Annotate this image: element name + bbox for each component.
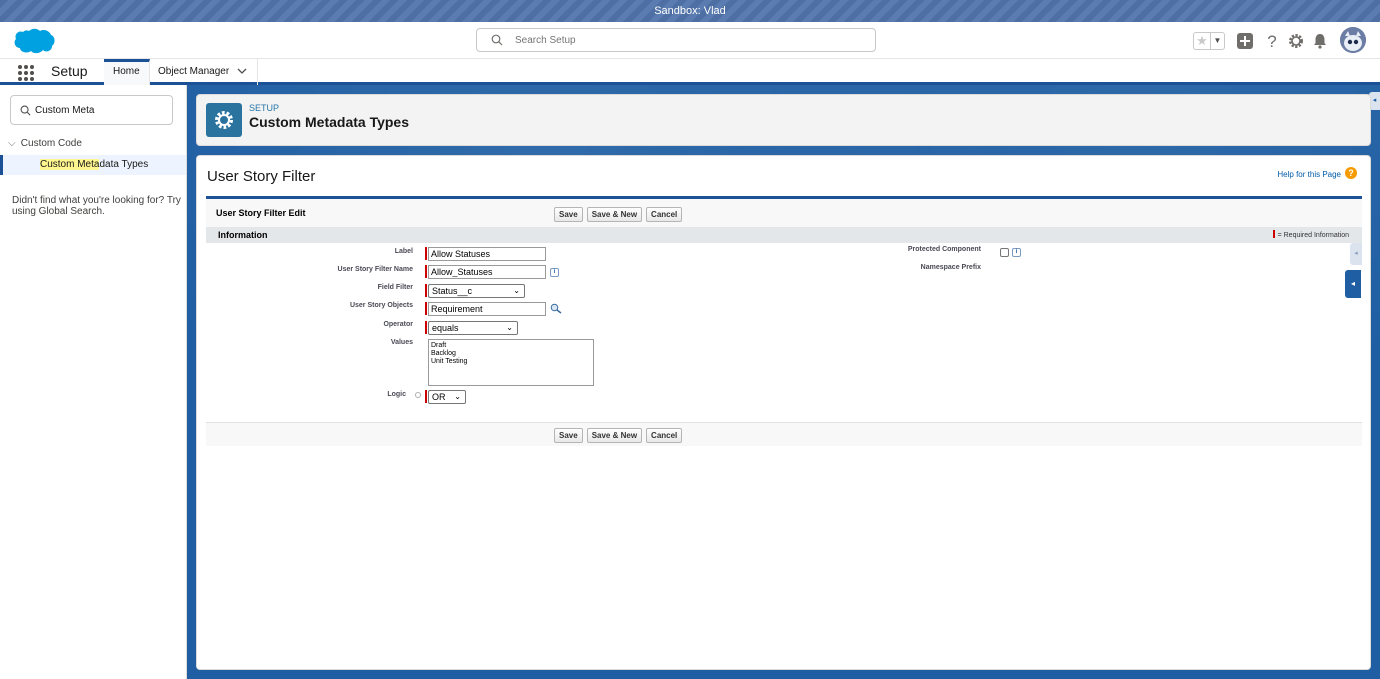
name-input[interactable]: [428, 265, 546, 279]
context-bar: Setup Home Object Manager: [0, 59, 1380, 85]
edit-title: User Story Filter Edit: [216, 208, 306, 218]
record-title: User Story Filter: [207, 168, 316, 185]
chevron-down-icon: ⌄: [454, 392, 461, 401]
fields-area: Label User Story Filter Name i Field Fil…: [206, 243, 1362, 423]
required-marker: [425, 302, 427, 315]
record-edit-card: User Story Filter Help for this Page ? U…: [196, 155, 1371, 670]
section-title: Information: [218, 230, 268, 240]
astro-avatar-icon: [1340, 27, 1366, 53]
save-button[interactable]: Save: [554, 428, 583, 443]
values-line: Backlog: [431, 350, 456, 357]
namespace-prefix-label: Namespace Prefix: [920, 264, 981, 271]
chevron-down-icon[interactable]: ▼: [1211, 33, 1224, 49]
values-line: Draft: [431, 342, 447, 349]
search-icon: [20, 105, 31, 116]
favorites-group[interactable]: ★ ▼: [1193, 32, 1225, 50]
objects-input[interactable]: [428, 302, 546, 316]
search-highlight: Custom Meta: [40, 159, 100, 170]
tree-item-custom-metadata-types[interactable]: Custom Metadata Types: [0, 155, 186, 175]
required-marker: [425, 265, 427, 278]
logic-value: OR: [432, 392, 446, 402]
section-header-information: Information = Required Information: [206, 227, 1362, 243]
global-actions-icon[interactable]: [1236, 32, 1254, 50]
label-field-label: Label: [394, 248, 413, 255]
field-filter-label: Field Filter: [377, 284, 413, 291]
tab-object-manager-label: Object Manager: [158, 66, 230, 77]
info-icon[interactable]: i: [550, 268, 559, 277]
search-icon: [491, 34, 503, 46]
top-button-row: Save Save & New Cancel: [554, 207, 683, 222]
bottom-button-row: Save Save & New Cancel: [554, 428, 683, 443]
page-header: SETUP Custom Metadata Types: [196, 94, 1371, 146]
save-button[interactable]: Save: [554, 207, 583, 222]
field-filter-select[interactable]: Status__c ⌄: [428, 284, 525, 298]
global-search-hint: Didn't find what you're looking for? Try…: [12, 195, 181, 217]
tree-node-custom-code[interactable]: ⌵ Custom Code: [8, 138, 82, 149]
star-icon[interactable]: ★: [1194, 33, 1211, 49]
required-marker: [1272, 230, 1275, 238]
chevron-down-icon: ⌄: [513, 286, 520, 295]
required-legend-text: = Required Information: [1277, 232, 1349, 239]
objects-field-label: User Story Objects: [349, 302, 413, 309]
edit-block: User Story Filter Edit Save Save & New C…: [206, 196, 1362, 446]
help-icon[interactable]: ?: [1263, 32, 1281, 50]
cancel-button[interactable]: Cancel: [646, 207, 683, 222]
page-title: Custom Metadata Types: [249, 114, 409, 130]
logic-select[interactable]: OR ⌄: [428, 390, 466, 404]
global-search-input[interactable]: [515, 32, 855, 48]
tree-node-label: Custom Code: [20, 138, 82, 149]
operator-field-label: Operator: [383, 321, 413, 328]
setup-sidebar: ⌵ Custom Code Custom Metadata Types Didn…: [0, 85, 187, 679]
notification-bell-icon[interactable]: [1311, 32, 1329, 50]
gear-icon[interactable]: [1287, 32, 1305, 50]
quick-find-box[interactable]: [10, 95, 173, 125]
operator-value: equals: [432, 323, 459, 333]
name-field-label: User Story Filter Name: [337, 266, 413, 273]
quick-find-input[interactable]: [35, 103, 165, 117]
tree-item-label-rest: data Types: [99, 159, 149, 170]
page-eyebrow: SETUP: [249, 103, 280, 113]
bottom-button-bar: Save Save & New Cancel: [206, 422, 1362, 446]
info-icon[interactable]: i: [1012, 248, 1021, 257]
cancel-button[interactable]: Cancel: [646, 428, 683, 443]
help-for-page-link[interactable]: Help for this Page: [1277, 170, 1341, 179]
setup-gear-icon: [206, 103, 242, 137]
label-input[interactable]: [428, 247, 546, 261]
sandbox-banner: Sandbox: Vlad: [0, 0, 1380, 22]
help-question-icon[interactable]: ?: [1345, 167, 1357, 179]
logic-field-label: Logic: [387, 391, 406, 398]
tab-home[interactable]: Home: [104, 59, 150, 85]
required-legend: = Required Information: [1272, 230, 1349, 239]
save-and-new-button[interactable]: Save & New: [586, 428, 643, 443]
values-field-label: Values: [390, 339, 413, 346]
lookup-icon[interactable]: [550, 303, 562, 314]
expand-panel-tab[interactable]: ◂: [1345, 270, 1361, 298]
operator-select[interactable]: equals ⌄: [428, 321, 518, 335]
save-and-new-button[interactable]: Save & New: [586, 207, 643, 222]
required-marker: [425, 321, 427, 334]
global-search-box[interactable]: [476, 28, 876, 52]
app-launcher-icon[interactable]: [18, 65, 34, 81]
required-marker: [425, 284, 427, 297]
chevron-down-icon: ⌄: [506, 323, 513, 332]
app-name: Setup: [51, 63, 88, 79]
protected-component-checkbox[interactable]: [1000, 248, 1009, 257]
field-filter-value: Status__c: [432, 286, 473, 296]
chevron-down-icon[interactable]: [237, 68, 247, 75]
values-line: Unit Testing: [431, 358, 468, 365]
values-textarea[interactable]: Draft Backlog Unit Testing: [428, 339, 594, 386]
salesforce-logo-icon[interactable]: [11, 27, 55, 55]
tab-object-manager[interactable]: Object Manager: [149, 59, 258, 85]
chevron-down-icon[interactable]: ⌵: [8, 138, 18, 149]
help-bubble-icon[interactable]: [415, 392, 421, 398]
user-avatar[interactable]: [1340, 27, 1366, 53]
global-header: ★ ▼ ?: [0, 22, 1380, 59]
collapsed-panel-tab[interactable]: ◂: [1350, 243, 1362, 265]
svg-text:?: ?: [1267, 32, 1276, 50]
required-marker: [425, 390, 427, 403]
required-marker: [425, 247, 427, 260]
protected-component-label: Protected Component: [907, 246, 981, 253]
